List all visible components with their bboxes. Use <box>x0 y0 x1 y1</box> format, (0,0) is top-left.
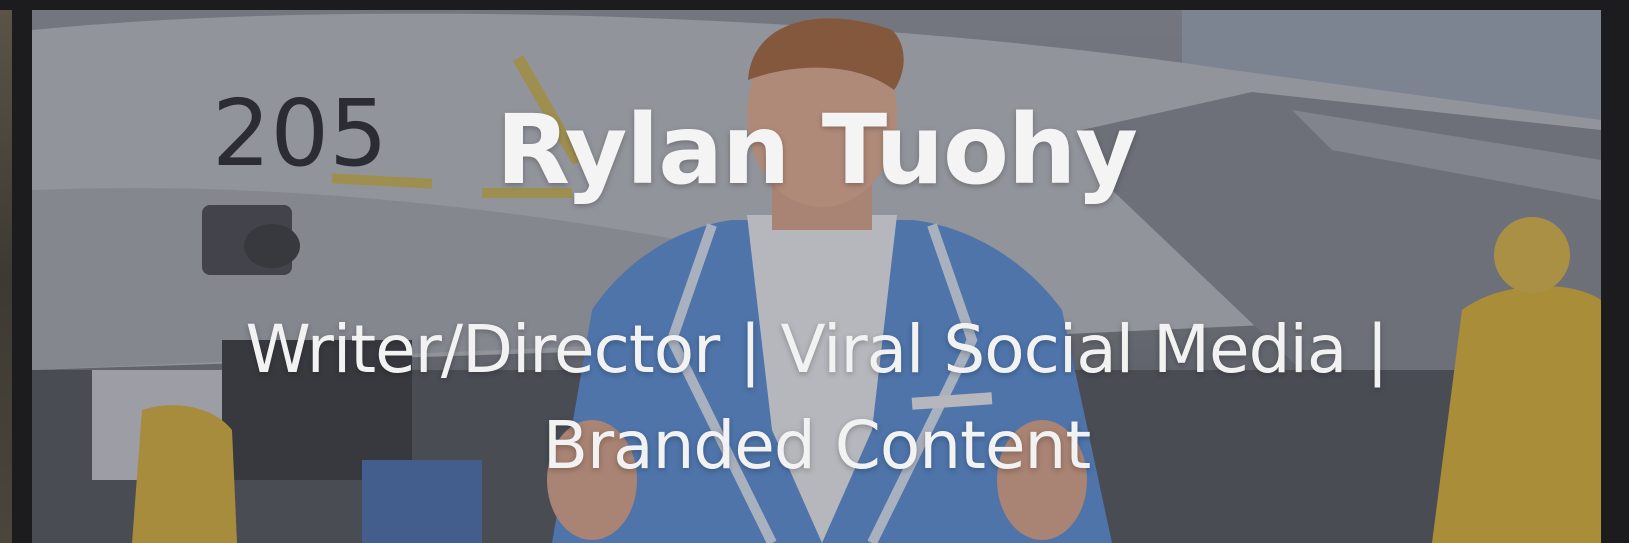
adjacent-slide-edge <box>0 10 12 543</box>
page: 205 Rylan Tuohy Writer/Director | Viral … <box>0 0 1629 543</box>
hero-banner: 205 Rylan Tuohy Writer/Director | Viral … <box>32 10 1601 543</box>
hero-title: Rylan Tuohy <box>496 94 1138 206</box>
hero-subtitle: Writer/Director | Viral Social Media | B… <box>245 311 1389 484</box>
